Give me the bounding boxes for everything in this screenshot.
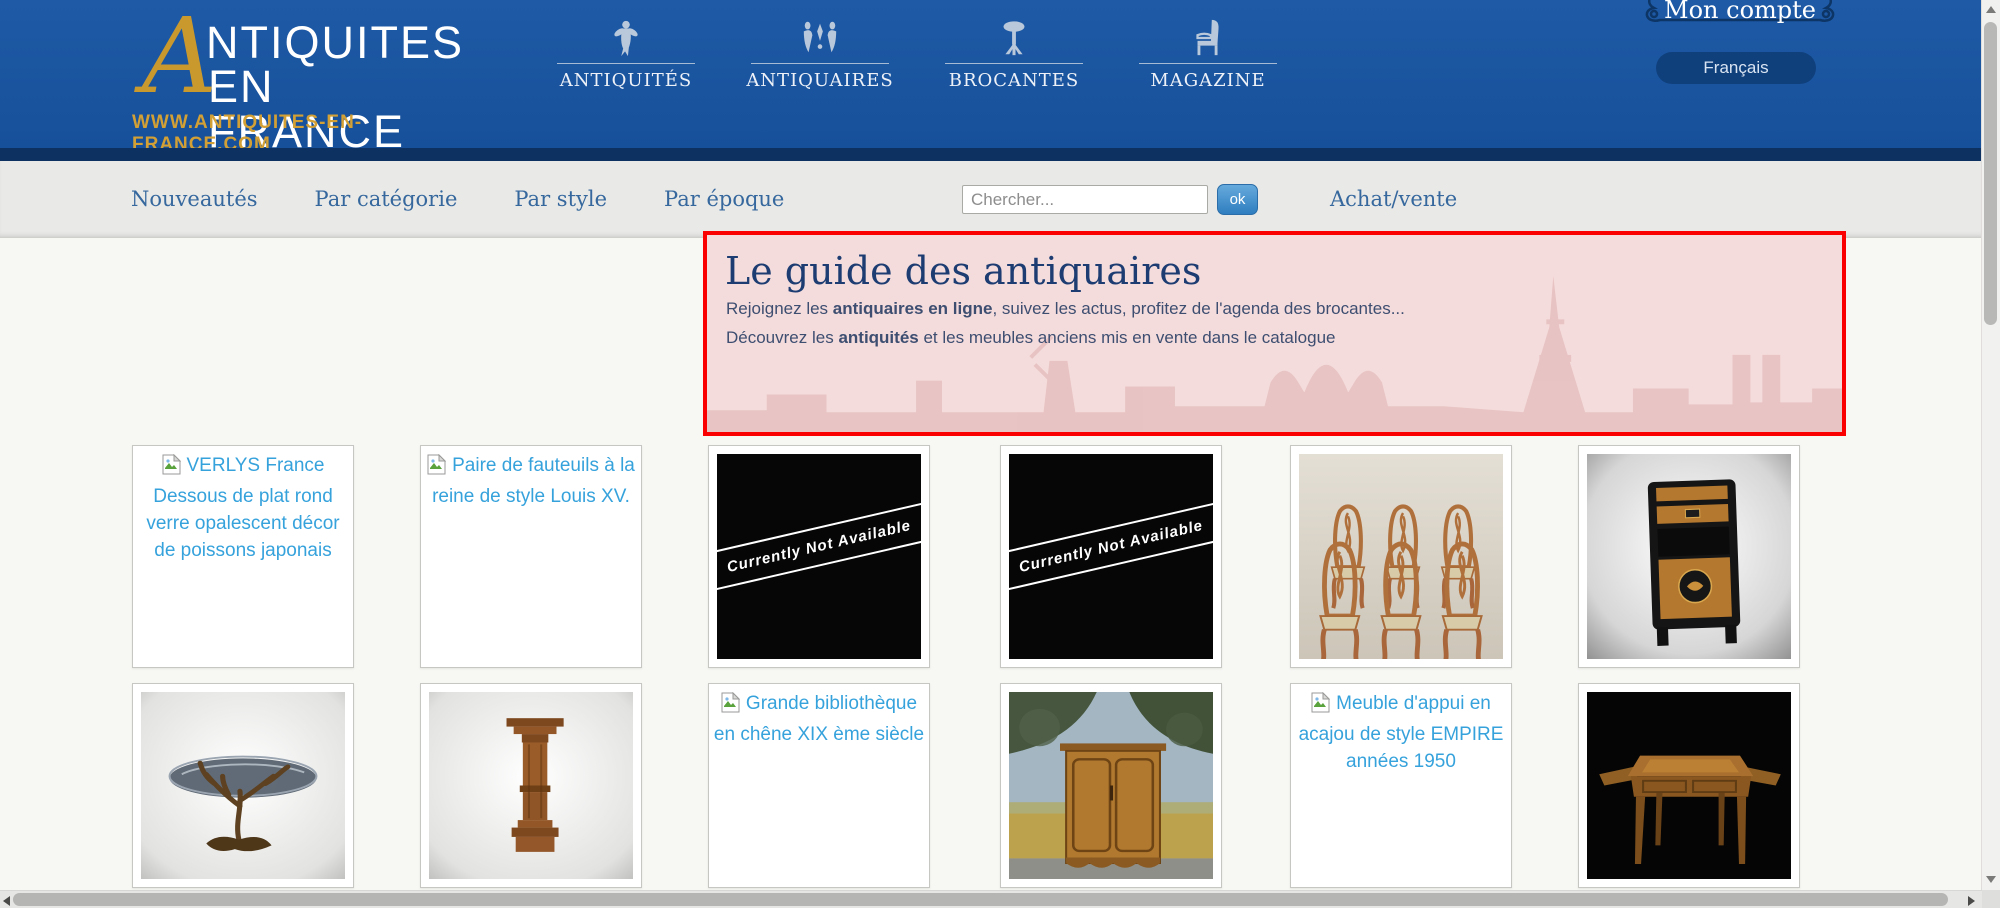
two-tone-cabinet-photo	[1587, 454, 1791, 659]
account-label: Mon compte	[1638, 0, 1842, 24]
armoire-painted-backdrop-photo	[1009, 692, 1213, 879]
account-menu[interactable]: Mon compte	[1638, 0, 1842, 40]
scroll-left-arrow-icon[interactable]	[3, 896, 10, 906]
antiquites-en-france-page: A NTIQUITES EN FRANCE WWW.ANTIQUITES-EN-…	[0, 0, 2000, 908]
guide-banner: Le guide des antiquaires Rejoignez les a…	[703, 231, 1846, 436]
image-alt-text: VERLYS France Dessous de plat rond verre…	[133, 446, 353, 564]
search-ok-button[interactable]: ok	[1217, 184, 1258, 215]
writing-table-black-background-photo	[1587, 692, 1791, 879]
product-tile-writing-table[interactable]	[1578, 683, 1800, 888]
product-tile-pedestal-column[interactable]	[420, 683, 642, 888]
image-alt-text: Grande bibliothèque en chêne XIX ème siè…	[709, 684, 929, 748]
horizontal-scrollbar[interactable]	[0, 890, 1982, 908]
image-alt-text: Paire de fauteuils à la reine de style L…	[421, 446, 641, 510]
search-input[interactable]	[962, 185, 1208, 214]
nav-item-antiquaires[interactable]: ANTIQUAIRES	[744, 18, 896, 91]
scroll-down-arrow-icon[interactable]	[1986, 876, 1996, 883]
scroll-right-arrow-icon[interactable]	[1968, 896, 1975, 906]
product-tile-unavailable-2[interactable]: Currently Not Available	[1000, 445, 1222, 668]
pedestal-table-icon	[996, 18, 1032, 58]
search-bar: ok	[962, 184, 1258, 215]
unavailable-image: Currently Not Available	[717, 454, 921, 659]
nav-item-label: ANTIQUAIRES	[746, 70, 893, 91]
unavailable-image: Currently Not Available	[1009, 454, 1213, 659]
product-tile-armoire[interactable]	[1000, 683, 1222, 888]
nav-item-magazine[interactable]: MAGAZINE	[1132, 18, 1284, 91]
nav-item-antiquites[interactable]: ANTIQUITÉS	[550, 18, 702, 91]
product-tile-verlys-plat[interactable]: VERLYS France Dessous de plat rond verre…	[132, 445, 354, 668]
broken-image-icon	[721, 692, 740, 721]
sconces-icon	[797, 18, 843, 58]
link-achat-vente[interactable]: Achat/vente	[1330, 187, 1457, 211]
site-logo[interactable]: A NTIQUITES EN FRANCE WWW.ANTIQUITES-EN-…	[128, 8, 458, 142]
wooden-pedestal-column-photo	[429, 692, 633, 879]
banner-line2: Découvrez les antiquités et les meubles …	[726, 325, 1842, 351]
product-tile-grande-bibliotheque[interactable]: Grande bibliothèque en chêne XIX ème siè…	[708, 683, 930, 888]
banner-title: Le guide des antiquaires	[725, 249, 1842, 293]
vertical-scrollbar-thumb[interactable]	[1984, 22, 1997, 325]
secondary-nav: Nouveautés Par catégorie Par style Par é…	[0, 161, 1982, 238]
six-carved-chairs-photo	[1299, 454, 1503, 659]
broken-image-icon	[1311, 692, 1330, 721]
product-tile-unavailable-1[interactable]: Currently Not Available	[708, 445, 930, 668]
product-tile-six-chairs[interactable]	[1290, 445, 1512, 668]
scroll-up-arrow-icon[interactable]	[1986, 6, 1996, 13]
nav-item-label: ANTIQUITÉS	[560, 70, 692, 91]
category-links: Nouveautés Par catégorie Par style Par é…	[131, 161, 784, 237]
product-tile-meuble-appui[interactable]: Meuble d'appui en acajou de style EMPIRE…	[1290, 683, 1512, 888]
nav-divider-line	[751, 63, 889, 64]
scrollbar-corner	[1982, 890, 2000, 908]
top-header: A NTIQUITES EN FRANCE WWW.ANTIQUITES-EN-…	[0, 0, 1982, 148]
product-tile-fauteuils-louis-xv[interactable]: Paire de fauteuils à la reine de style L…	[420, 445, 642, 668]
header-bottom-strip	[0, 148, 1982, 161]
image-alt-text: Meuble d'appui en acajou de style EMPIRE…	[1291, 684, 1511, 775]
nav-item-brocantes[interactable]: BROCANTES	[938, 18, 1090, 91]
cherub-icon	[609, 18, 643, 58]
unavailable-stamp: Currently Not Available	[717, 501, 921, 591]
banner-line1: Rejoignez les antiquaires en ligne, suiv…	[726, 296, 1842, 322]
armchair-icon	[1191, 18, 1225, 58]
nav-divider-line	[1139, 63, 1277, 64]
broken-image-icon	[427, 454, 446, 483]
language-button[interactable]: Français	[1656, 52, 1816, 84]
link-nouveautes[interactable]: Nouveautés	[131, 187, 258, 211]
main-nav: ANTIQUITÉS ANTIQUAIRES	[550, 18, 1284, 91]
logo-title-line1: NTIQUITES	[206, 20, 464, 65]
product-tile-branch-table[interactable]	[132, 683, 354, 888]
nav-item-label: MAGAZINE	[1150, 70, 1265, 91]
vertical-scrollbar[interactable]	[1981, 0, 2000, 890]
link-par-style[interactable]: Par style	[514, 187, 607, 211]
glass-top-branch-table-photo	[141, 692, 345, 879]
nav-divider-line	[557, 63, 695, 64]
nav-item-label: BROCANTES	[949, 70, 1080, 91]
nav-divider-line	[945, 63, 1083, 64]
product-tile-two-tone-cabinet[interactable]	[1578, 445, 1800, 668]
unavailable-stamp: Currently Not Available	[1009, 501, 1213, 591]
link-par-epoque[interactable]: Par époque	[664, 187, 784, 211]
link-par-categorie[interactable]: Par catégorie	[315, 187, 458, 211]
broken-image-icon	[162, 454, 181, 483]
horizontal-scrollbar-thumb[interactable]	[13, 893, 1948, 906]
